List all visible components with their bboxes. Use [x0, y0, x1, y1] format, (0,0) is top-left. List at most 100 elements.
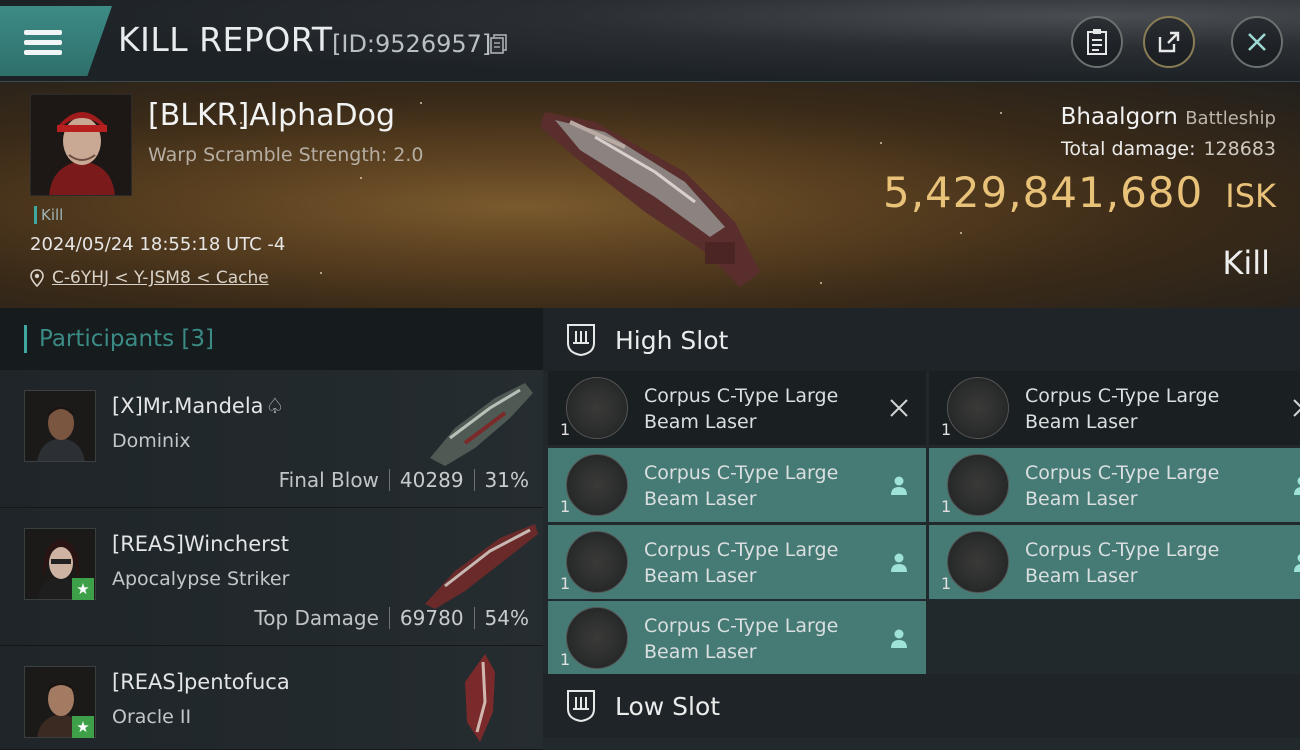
- low-slot-label: Low Slot: [615, 691, 721, 721]
- dropped-person-icon: [891, 553, 907, 572]
- module-name: Corpus C-Type Large Beam Laser: [1025, 462, 1220, 510]
- dropped-person-icon: [1294, 476, 1300, 495]
- high-slot-header: High Slot: [543, 308, 1300, 372]
- victim-ship-image: [540, 112, 760, 287]
- module-item[interactable]: 1 Corpus C-Type Large Beam Laser: [548, 448, 926, 522]
- participant-row[interactable]: ★ [REAS]pentofuca Oracle II: [0, 646, 543, 750]
- module-item[interactable]: 1 Corpus C-Type Large Beam Laser: [929, 371, 1300, 445]
- kill-location[interactable]: C-6YHJ < Y-JSM8 < Cache: [30, 268, 269, 288]
- module-qty: 1: [941, 574, 952, 593]
- participant-ship-image: [465, 654, 495, 742]
- low-slot-icon: [567, 690, 595, 723]
- star-badge-icon: ★: [72, 578, 94, 600]
- high-slot-label: High Slot: [615, 325, 729, 355]
- damage-value: 40289: [399, 468, 464, 492]
- destroyed-x-icon: [890, 399, 908, 417]
- participant-ship: Apocalypse Striker: [112, 568, 290, 590]
- star-badge-icon: ★: [72, 716, 94, 738]
- participants-panel: Participants [3] [X]Mr.Mandela♤ Dominix …: [0, 308, 543, 750]
- warp-scramble-strength: Warp Scramble Strength: 2.0: [148, 144, 424, 166]
- kill-summary-banner: [BLKR]AlphaDog Warp Scramble Strength: 2…: [0, 82, 1300, 308]
- module-qty: 1: [560, 650, 571, 669]
- stat-label: Top Damage: [254, 606, 379, 630]
- fitting-panel: High Slot 1 Corpus C-Type Large Beam Las…: [543, 308, 1300, 750]
- clipboard-icon: [1087, 29, 1107, 55]
- isk-label: ISK: [1225, 177, 1276, 215]
- module-item[interactable]: 1 Corpus C-Type Large Beam Laser: [929, 448, 1300, 522]
- high-slot-icon: [567, 324, 595, 357]
- participant-row[interactable]: ★ [REAS]Wincherst Apocalypse Striker Top…: [0, 508, 543, 646]
- module-name: Corpus C-Type Large Beam Laser: [644, 462, 839, 510]
- module-name: Corpus C-Type Large Beam Laser: [644, 385, 839, 433]
- divider: [473, 607, 475, 629]
- location-pin-icon: [30, 269, 44, 287]
- stat-label: Final Blow: [278, 468, 379, 492]
- close-icon: [1248, 33, 1266, 51]
- header-accent-bar: [24, 325, 27, 353]
- beam-laser-icon: [566, 454, 628, 516]
- total-damage-label: Total damage:: [1061, 138, 1196, 160]
- module-name: Corpus C-Type Large Beam Laser: [644, 615, 839, 663]
- damage-value: 69780: [399, 606, 464, 630]
- kill-datetime: 2024/05/24 18:55:18 UTC -4: [30, 234, 286, 255]
- close-button[interactable]: [1231, 16, 1283, 68]
- module-item[interactable]: 1 Corpus C-Type Large Beam Laser: [548, 601, 926, 675]
- module-qty: 1: [560, 574, 571, 593]
- module-name: Corpus C-Type Large Beam Laser: [1025, 385, 1220, 433]
- damage-percent: 31%: [484, 468, 529, 492]
- share-button[interactable]: [1143, 16, 1195, 68]
- module-item[interactable]: 1 Corpus C-Type Large Beam Laser: [929, 525, 1300, 599]
- beam-laser-icon: [947, 454, 1009, 516]
- participant-name: [REAS]pentofuca: [112, 670, 290, 694]
- spade-icon: ♤: [265, 394, 285, 418]
- dropped-person-icon: [891, 629, 907, 648]
- hamburger-menu-icon: [24, 30, 62, 56]
- participants-title: Participants: [39, 326, 175, 352]
- module-qty: 1: [941, 497, 952, 516]
- victim-ship-name: Bhaalgorn: [1060, 104, 1178, 130]
- page-title: KILL REPORT: [118, 20, 333, 59]
- module-item[interactable]: 1 Corpus C-Type Large Beam Laser: [548, 371, 926, 445]
- total-damage-value: 128683: [1203, 138, 1276, 160]
- module-qty: 1: [941, 420, 952, 439]
- participant-name: [REAS]Wincherst: [112, 532, 289, 556]
- kill-tag: Kill: [34, 206, 63, 224]
- module-name: Corpus C-Type Large Beam Laser: [644, 539, 839, 587]
- divider: [388, 607, 390, 629]
- participants-header: Participants [3]: [0, 308, 543, 370]
- participant-stats: Top Damage 69780 54%: [254, 606, 529, 630]
- beam-laser-icon: [947, 531, 1009, 593]
- participant-avatar[interactable]: [24, 390, 96, 462]
- victim-avatar[interactable]: [30, 94, 132, 196]
- module-item[interactable]: 1 Corpus C-Type Large Beam Laser: [548, 525, 926, 599]
- location-link[interactable]: C-6YHJ < Y-JSM8 < Cache: [52, 268, 269, 288]
- result-label: Kill: [1222, 244, 1270, 282]
- total-damage: Total damage: 128683: [1061, 138, 1276, 160]
- isk-value-row: 5,429,841,680 ISK: [883, 168, 1276, 217]
- clipboard-button[interactable]: [1071, 16, 1123, 68]
- destroyed-x-icon: [1293, 399, 1300, 417]
- share-icon: [1158, 31, 1180, 53]
- participant-ship-image: [425, 524, 538, 609]
- module-qty: 1: [560, 420, 571, 439]
- participant-name: [X]Mr.Mandela♤: [112, 394, 285, 418]
- victim-name[interactable]: [BLKR]AlphaDog: [148, 98, 395, 133]
- participant-ship: Oracle II: [112, 706, 192, 728]
- isk-value: 5,429,841,680: [882, 168, 1204, 217]
- participant-row[interactable]: [X]Mr.Mandela♤ Dominix Final Blow 40289 …: [0, 370, 543, 508]
- victim-ship-class: Battleship: [1185, 108, 1276, 129]
- beam-laser-icon: [566, 607, 628, 669]
- module-name: Corpus C-Type Large Beam Laser: [1025, 539, 1220, 587]
- divider: [388, 469, 390, 491]
- participant-ship: Dominix: [112, 430, 191, 452]
- report-id: [ID:9526957]: [332, 30, 492, 58]
- top-bar: KILL REPORT [ID:9526957]: [0, 0, 1300, 82]
- dropped-person-icon: [1294, 553, 1300, 572]
- menu-button[interactable]: [0, 6, 112, 76]
- copy-icon[interactable]: [490, 33, 508, 55]
- beam-laser-icon: [947, 377, 1009, 439]
- victim-ship[interactable]: Bhaalgorn Battleship: [1061, 104, 1276, 130]
- participant-stats: Final Blow 40289 31%: [279, 468, 529, 492]
- beam-laser-icon: [566, 377, 628, 439]
- low-slot-header: Low Slot: [543, 674, 1300, 738]
